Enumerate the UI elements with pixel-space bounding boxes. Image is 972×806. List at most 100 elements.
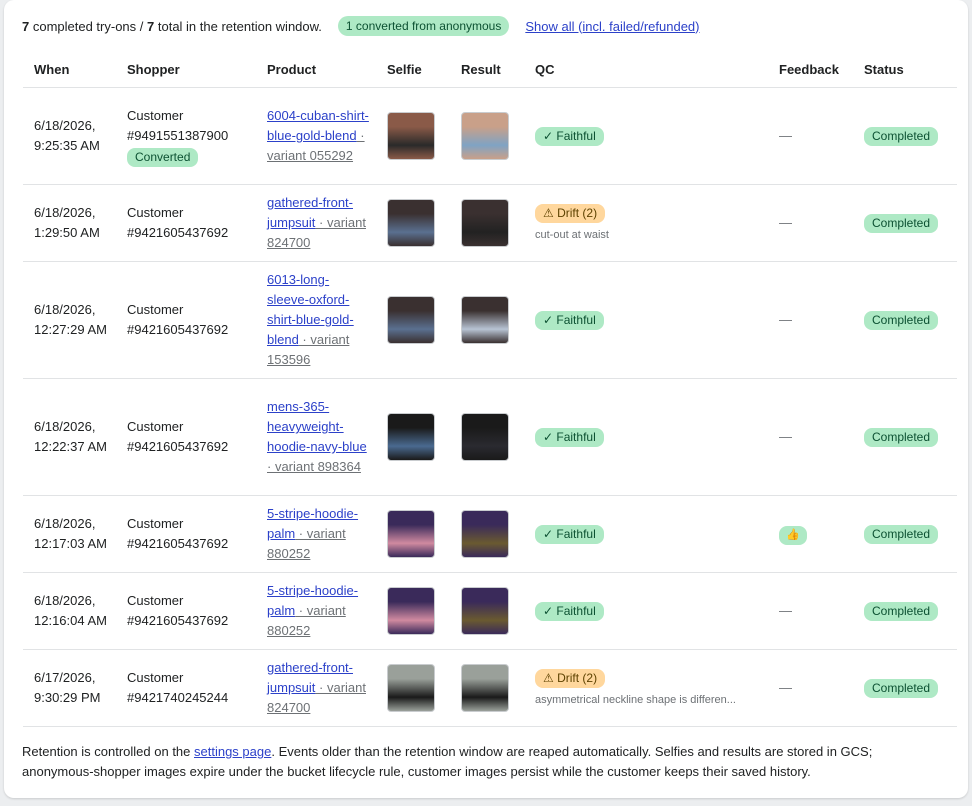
cell-feedback: — [768, 87, 853, 185]
cell-qc: ⚠ Drift (2) asymmetrical neckline shape i… [524, 649, 768, 727]
col-header-selfie: Selfie [376, 52, 450, 88]
status-badge: Completed [864, 602, 939, 621]
status-badge: Completed [864, 214, 939, 233]
summary-bar: 7 completed try-ons / 7 total in the ret… [22, 15, 700, 37]
selfie-thumbnail[interactable] [387, 296, 435, 344]
cell-product: mens-365-heavyweight-hoodie-navy-blue · … [256, 378, 376, 496]
cell-feedback: — [768, 378, 853, 496]
col-header-when: When [23, 52, 116, 88]
cell-result [450, 572, 524, 650]
result-thumbnail[interactable] [461, 413, 509, 461]
status-badge: Completed [864, 127, 939, 146]
result-thumbnail[interactable] [461, 199, 509, 247]
cell-when: 6/18/2026, 12:27:29 AM [23, 261, 116, 379]
feedback-empty: — [779, 603, 792, 618]
cell-status: Completed [853, 378, 957, 496]
cell-when: 6/18/2026, 12:22:37 AM [23, 378, 116, 496]
selfie-thumbnail[interactable] [387, 664, 435, 712]
table-row: 6/18/2026, 9:25:35 AM Customer #949155138… [23, 87, 957, 185]
cell-status: Completed [853, 184, 957, 262]
cell-when: 6/18/2026, 1:29:50 AM [23, 184, 116, 262]
cell-result [450, 495, 524, 573]
table-row: 6/18/2026, 1:29:50 AM Customer #942160543… [23, 184, 957, 262]
col-header-feedback: Feedback [768, 52, 853, 88]
selfie-thumbnail[interactable] [387, 413, 435, 461]
col-header-shopper: Shopper [116, 52, 256, 88]
product-link[interactable]: mens-365-heavyweight-hoodie-navy-blue [267, 399, 367, 454]
cell-qc: ✓ Faithful [524, 378, 768, 496]
qc-badge: ⚠ Drift (2) [535, 204, 606, 223]
cell-when: 6/17/2026, 9:30:29 PM [23, 649, 116, 727]
feedback-empty: — [779, 429, 792, 444]
try-on-history-card: 7 completed try-ons / 7 total in the ret… [4, 0, 968, 798]
table-row: 6/18/2026, 12:16:04 AM Customer #94216054… [23, 572, 957, 650]
cell-result [450, 87, 524, 185]
feedback-empty: — [779, 312, 792, 327]
cell-selfie [376, 261, 450, 379]
status-badge: Completed [864, 311, 939, 330]
table-row: 6/18/2026, 12:17:03 AM Customer #94216054… [23, 495, 957, 573]
selfie-thumbnail[interactable] [387, 199, 435, 247]
qc-badge: ⚠ Drift (2) [535, 669, 606, 688]
selfie-thumbnail[interactable] [387, 510, 435, 558]
cell-shopper: Customer #9421605437692 [116, 572, 256, 650]
cell-feedback: — [768, 184, 853, 262]
settings-page-link[interactable]: settings page [194, 744, 271, 759]
cell-shopper: Customer #9421605437692 [116, 378, 256, 496]
table-header-row: When Shopper Product Selfie Result QC Fe… [23, 52, 957, 88]
cell-feedback: — [768, 649, 853, 727]
cell-shopper: Customer #9421605437692 [116, 495, 256, 573]
show-all-link[interactable]: Show all (incl. failed/refunded) [525, 19, 699, 34]
shopper-name: Customer #9421605437692 [127, 302, 229, 337]
cell-shopper: Customer #9421605437692 [116, 261, 256, 379]
selfie-thumbnail[interactable] [387, 587, 435, 635]
shopper-name: Customer #9491551387900 [127, 107, 229, 143]
cell-product: 6013-long-sleeve-oxford-shirt-blue-gold-… [256, 261, 376, 379]
cell-product: 6004-cuban-shirt-blue-gold-blend · varia… [256, 87, 376, 185]
table-row: 6/18/2026, 12:27:29 AM Customer #94216054… [23, 261, 957, 379]
feedback-empty: — [779, 680, 792, 695]
cell-status: Completed [853, 261, 957, 379]
result-thumbnail[interactable] [461, 112, 509, 160]
result-thumbnail[interactable] [461, 510, 509, 558]
cell-selfie [376, 649, 450, 727]
result-thumbnail[interactable] [461, 587, 509, 635]
shopper-name: Customer #9421605437692 [127, 516, 229, 551]
cell-product: 5-stripe-hoodie-palm · variant 880252 [256, 495, 376, 573]
cell-selfie [376, 378, 450, 496]
cell-qc: ✓ Faithful [524, 261, 768, 379]
cell-when: 6/18/2026, 9:25:35 AM [23, 87, 116, 185]
cell-status: Completed [853, 495, 957, 573]
cell-qc: ✓ Faithful [524, 495, 768, 573]
col-header-status: Status [853, 52, 957, 88]
cell-selfie [376, 495, 450, 573]
cell-when: 6/18/2026, 12:17:03 AM [23, 495, 116, 573]
cell-shopper: Customer #9421740245244 [116, 649, 256, 727]
try-on-table: When Shopper Product Selfie Result QC Fe… [23, 52, 957, 727]
cell-product: gathered-front-jumpsuit · variant 824700 [256, 184, 376, 262]
table-body: 6/18/2026, 9:25:35 AM Customer #949155138… [23, 87, 957, 727]
cell-selfie [376, 87, 450, 185]
shopper-name: Customer #9421605437692 [127, 205, 229, 240]
converted-badge: Converted [127, 147, 199, 167]
status-badge: Completed [864, 428, 939, 447]
col-header-qc: QC [524, 52, 768, 88]
cell-product: 5-stripe-hoodie-palm · variant 880252 [256, 572, 376, 650]
completed-text: completed try-ons / [29, 18, 148, 34]
cell-qc: ✓ Faithful [524, 87, 768, 185]
cell-shopper: Customer #9491551387900 Converted [116, 87, 256, 185]
cell-status: Completed [853, 649, 957, 727]
cell-feedback: — [768, 261, 853, 379]
feedback-empty: — [779, 128, 792, 143]
qc-badge: ✓ Faithful [535, 525, 604, 544]
product-link[interactable]: 6004-cuban-shirt-blue-gold-blend [267, 108, 369, 143]
status-badge: Completed [864, 525, 939, 544]
cell-status: Completed [853, 572, 957, 650]
cell-shopper: Customer #9421605437692 [116, 184, 256, 262]
selfie-thumbnail[interactable] [387, 112, 435, 160]
result-thumbnail[interactable] [461, 664, 509, 712]
cell-result [450, 378, 524, 496]
qc-badge: ✓ Faithful [535, 311, 604, 330]
cell-status: Completed [853, 87, 957, 185]
result-thumbnail[interactable] [461, 296, 509, 344]
